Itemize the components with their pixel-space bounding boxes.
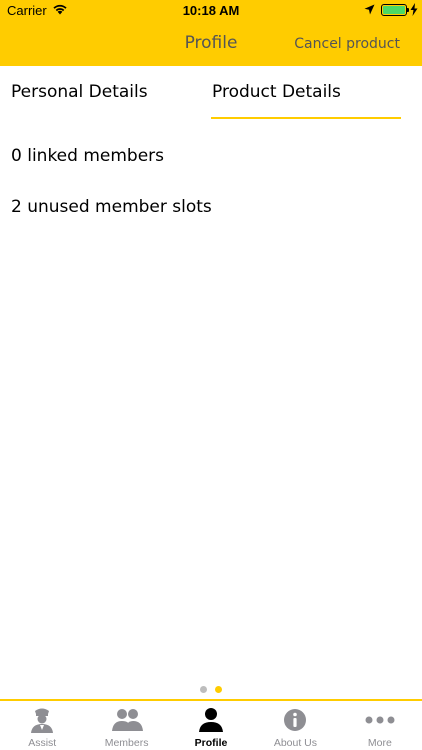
tabbar-label-assist: Assist	[28, 737, 57, 749]
charging-bolt-icon	[410, 3, 418, 16]
page-dot-1[interactable]	[200, 686, 207, 693]
unused-slots-text: 2 unused member slots	[11, 197, 212, 217]
tabbar-label-about-us: About Us	[273, 737, 318, 749]
tabbar-item-more[interactable]: More	[338, 701, 422, 750]
tab-product-details[interactable]: Product Details	[212, 82, 341, 102]
battery-icon	[381, 4, 407, 16]
tab-personal-details[interactable]: Personal Details	[11, 82, 148, 102]
clock: 10:18 AM	[182, 3, 240, 18]
battery-nub	[407, 8, 409, 12]
tabbar-label-more: More	[367, 737, 392, 749]
more-icon	[365, 716, 395, 724]
tabbar-item-assist[interactable]: Assist	[0, 701, 84, 750]
info-icon	[284, 709, 307, 731]
page-indicator[interactable]	[0, 686, 422, 694]
cancel-product-button[interactable]: Cancel product	[294, 36, 400, 52]
location-arrow-icon	[364, 4, 375, 15]
tabbar-item-about-us[interactable]: About Us	[253, 701, 337, 750]
bottom-tab-bar: Assist Members Profile About Us More	[0, 699, 422, 750]
tabbar-label-members: Members	[104, 737, 149, 749]
details-tabs: Personal Details Product Details	[0, 66, 422, 122]
tabbar-item-members[interactable]: Members	[84, 701, 168, 750]
members-icon	[111, 709, 143, 731]
tabbar-label-profile: Profile	[194, 737, 228, 749]
status-bar: Carrier 10:18 AM	[0, 0, 422, 22]
linked-members-text: 0 linked members	[11, 146, 165, 166]
top-header: Carrier 10:18 AM Profile Cancel product	[0, 0, 422, 66]
tab-selected-indicator	[211, 117, 401, 119]
page-dot-2[interactable]	[215, 686, 222, 693]
person-icon	[199, 708, 224, 732]
chauffeur-icon	[31, 708, 54, 733]
tabbar-item-profile[interactable]: Profile	[169, 701, 253, 750]
